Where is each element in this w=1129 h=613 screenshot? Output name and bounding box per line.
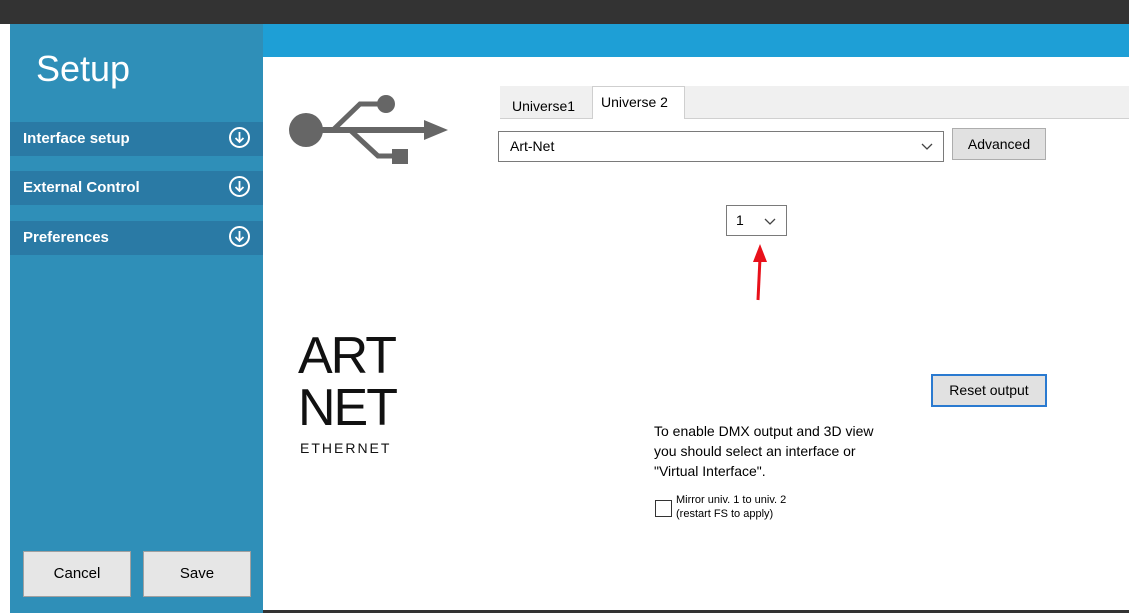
arrow-circle-down-icon — [229, 176, 250, 197]
artnet-logo: ART NET ETHERNET — [298, 327, 433, 456]
arrow-circle-down-icon — [229, 226, 250, 247]
info-text: To enable DMX output and 3D view you sho… — [654, 421, 924, 481]
tab-universe1[interactable]: Universe1 — [504, 94, 592, 118]
mirror-label-line2: (restart FS to apply) — [676, 508, 774, 520]
interface-select-value: Art-Net — [510, 138, 555, 154]
universe-number-value: 1 — [736, 212, 744, 228]
header-strip — [263, 24, 1129, 57]
chevron-down-icon — [921, 132, 933, 171]
mirror-label: Mirror univ. 1 to univ. 2 (restart FS to… — [676, 493, 786, 521]
window-top-bar — [0, 0, 1129, 24]
mirror-universe-checkbox[interactable] — [655, 500, 672, 517]
save-button[interactable]: Save — [143, 551, 251, 597]
info-line: To enable DMX output and 3D view — [654, 423, 874, 439]
artnet-logo-line3: ETHERNET — [300, 440, 392, 456]
arrow-circle-down-icon — [229, 127, 250, 148]
chevron-down-icon — [764, 206, 776, 245]
artnet-logo-line1: ART — [298, 327, 397, 385]
red-arrow-annotation — [753, 244, 767, 301]
sidebar-item-label: External Control — [23, 179, 140, 196]
artnet-logo-line2: NET — [298, 379, 398, 437]
sidebar-item-interface-setup[interactable]: Interface setup — [10, 122, 263, 156]
advanced-button[interactable]: Advanced — [952, 128, 1046, 160]
usb-icon — [289, 95, 448, 164]
window-left-edge — [0, 24, 10, 613]
info-line: you should select an interface or — [654, 443, 856, 459]
info-line: "Virtual Interface". — [654, 463, 766, 479]
sidebar: Setup Interface setup External Control P… — [10, 24, 263, 613]
reset-output-button[interactable]: Reset output — [931, 374, 1047, 407]
cancel-button[interactable]: Cancel — [23, 551, 131, 597]
sidebar-item-label: Preferences — [23, 229, 109, 246]
sidebar-item-label: Interface setup — [23, 130, 130, 147]
mirror-label-line1: Mirror univ. 1 to univ. 2 — [676, 494, 787, 506]
tab-universe-2[interactable]: Universe 2 — [592, 86, 685, 119]
sidebar-title: Setup — [36, 48, 131, 89]
sidebar-item-preferences[interactable]: Preferences — [10, 221, 263, 255]
interface-select[interactable]: Art-Net — [498, 131, 944, 162]
universe-number-select[interactable]: 1 — [726, 205, 787, 236]
sidebar-item-external-control[interactable]: External Control — [10, 171, 263, 205]
